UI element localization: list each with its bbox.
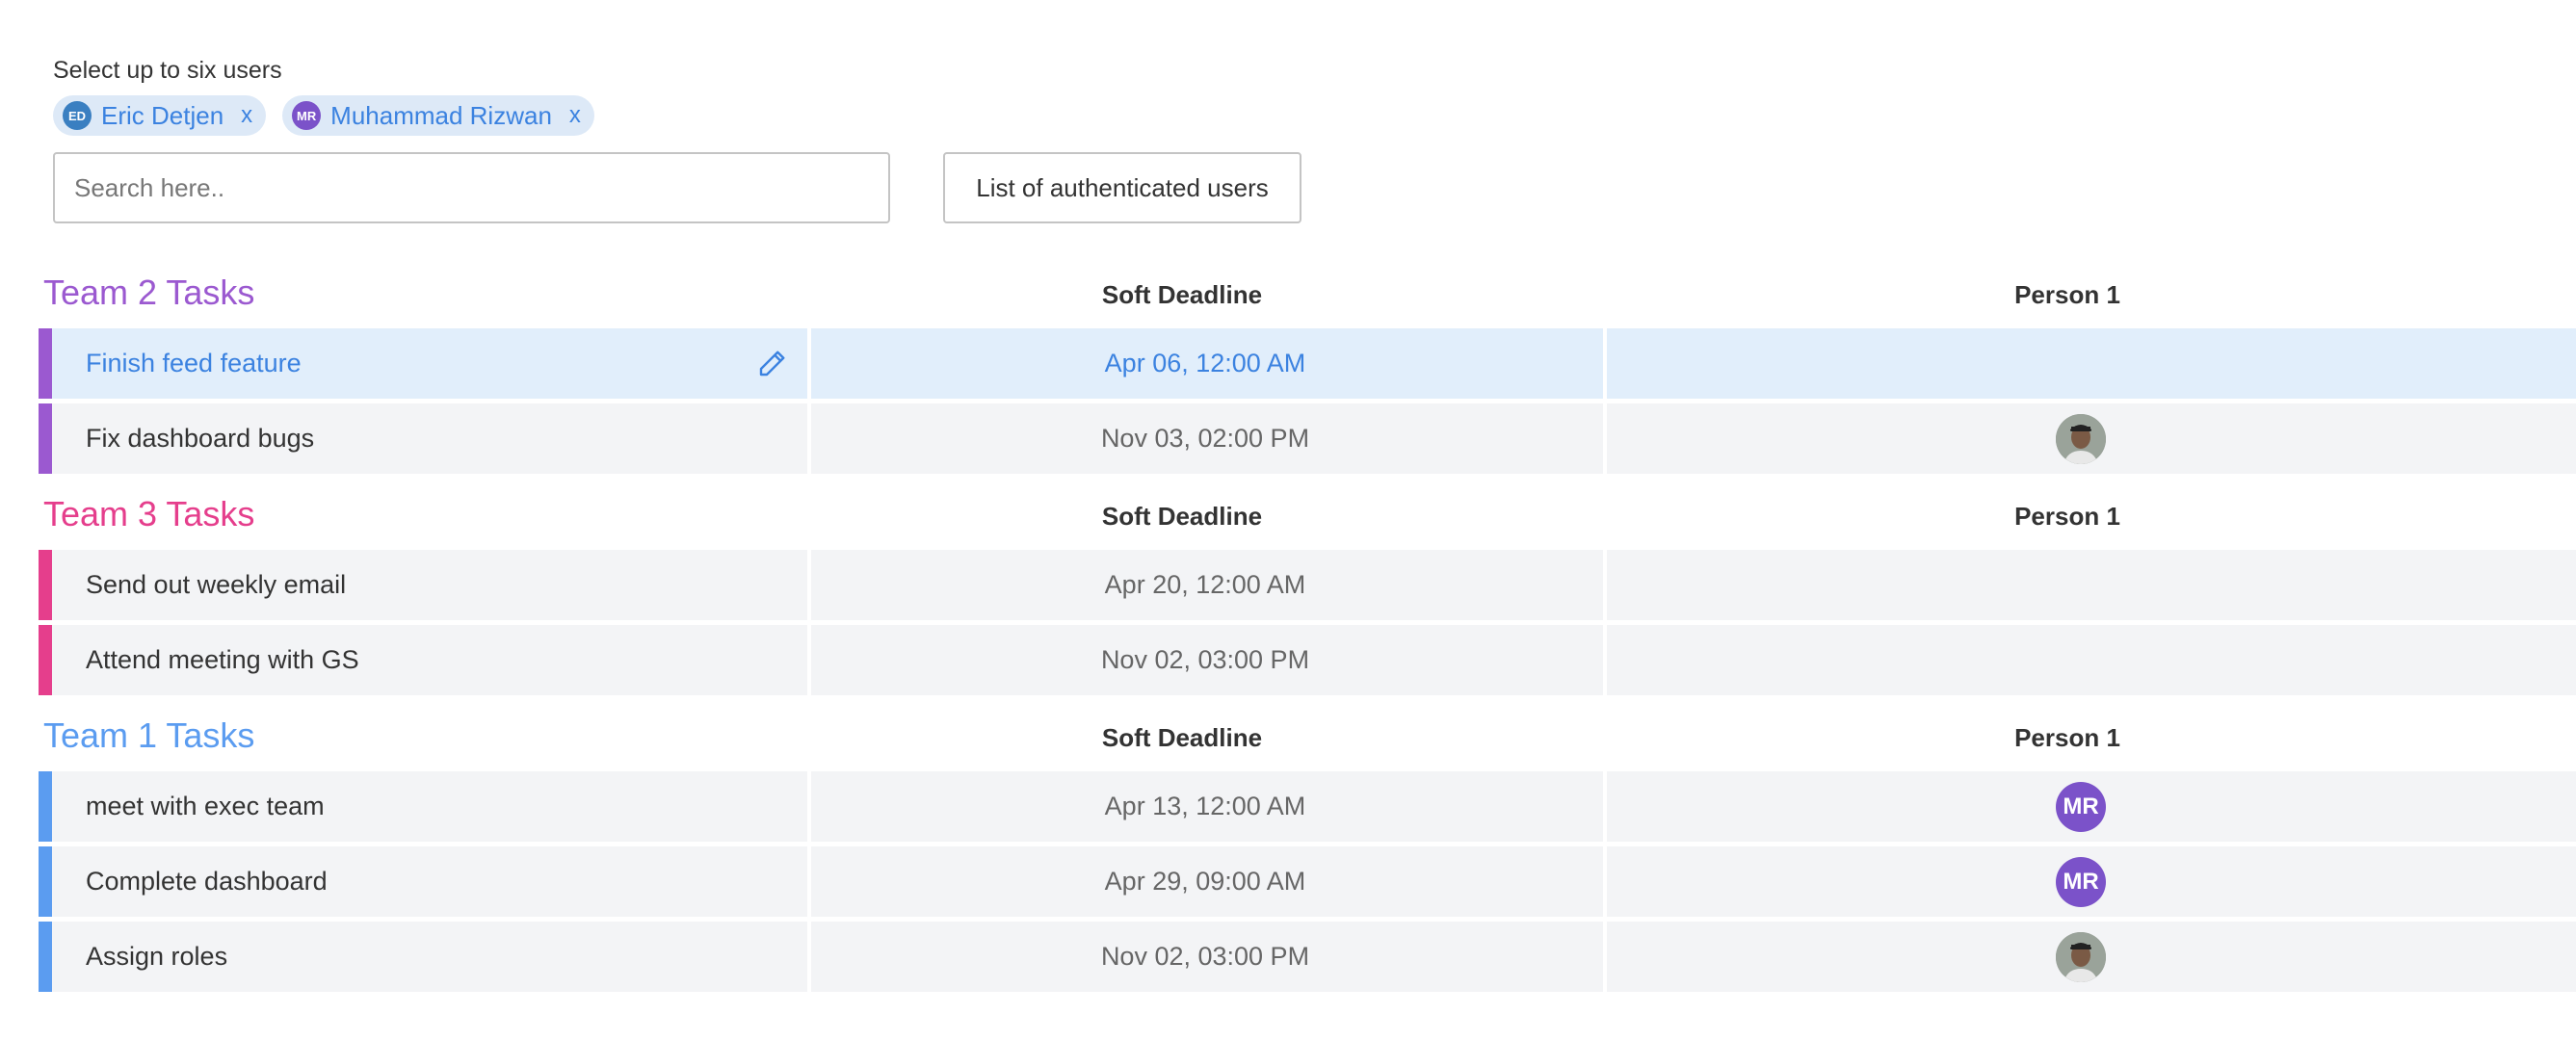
task-cell[interactable]: Complete dashboard xyxy=(52,846,807,917)
deadline-value: Nov 03, 02:00 PM xyxy=(1100,424,1310,453)
column-header-deadline: Soft Deadline xyxy=(1101,280,1263,309)
task-cell[interactable]: Fix dashboard bugs xyxy=(52,403,807,474)
user-chip[interactable]: MR Muhammad Rizwan x xyxy=(282,95,594,136)
task-cell[interactable]: Finish feed feature xyxy=(52,328,807,399)
group-color-bar xyxy=(39,846,52,917)
deadline-value: Nov 02, 03:00 PM xyxy=(1100,942,1310,971)
authenticated-users-button[interactable]: List of authenticated users xyxy=(943,152,1301,223)
task-cell[interactable]: Send out weekly email xyxy=(52,550,807,620)
table-row[interactable]: Assign roles Nov 02, 03:00 PM xyxy=(39,922,2576,992)
deadline-value: Apr 29, 09:00 AM xyxy=(1104,867,1306,896)
deadline-value: Apr 20, 12:00 AM xyxy=(1104,570,1306,599)
task-name: Send out weekly email xyxy=(86,570,347,599)
group-color-bar xyxy=(39,922,52,992)
group-color-bar xyxy=(39,403,52,474)
person-cell[interactable] xyxy=(1607,625,2576,695)
task-cell[interactable]: Assign roles xyxy=(52,922,807,992)
task-name: Assign roles xyxy=(86,942,228,971)
remove-chip-button[interactable]: x xyxy=(241,102,252,129)
pencil-icon[interactable] xyxy=(755,346,790,380)
person-cell[interactable]: MR xyxy=(1607,846,2576,917)
remove-chip-button[interactable]: x xyxy=(569,102,581,129)
column-header-person: Person 1 xyxy=(2014,723,2120,752)
task-cell[interactable]: Attend meeting with GS xyxy=(52,625,807,695)
chip-name: Muhammad Rizwan xyxy=(330,100,552,130)
group-title: Team 1 Tasks xyxy=(43,715,255,755)
person-cell[interactable] xyxy=(1607,922,2576,992)
user-photo-icon xyxy=(2056,932,2106,982)
task-name: meet with exec team xyxy=(86,792,325,820)
deadline-cell[interactable]: Apr 20, 12:00 AM xyxy=(811,550,1603,620)
group-title: Team 2 Tasks xyxy=(43,273,255,312)
column-header-deadline: Soft Deadline xyxy=(1101,723,1263,752)
deadline-cell[interactable]: Nov 03, 02:00 PM xyxy=(811,403,1603,474)
deadline-value: Nov 02, 03:00 PM xyxy=(1100,645,1310,674)
column-header-person: Person 1 xyxy=(2014,280,2120,309)
chip-name: Eric Detjen xyxy=(101,100,224,130)
deadline-value: Apr 06, 12:00 AM xyxy=(1104,349,1306,377)
table-row[interactable]: Finish feed feature Apr 06, 12:00 AM xyxy=(39,328,2576,399)
deadline-cell[interactable]: Nov 02, 03:00 PM xyxy=(811,625,1603,695)
person-cell[interactable] xyxy=(1607,550,2576,620)
user-chip[interactable]: ED Eric Detjen x xyxy=(53,95,267,136)
avatar[interactable]: MR xyxy=(2056,782,2106,832)
deadline-cell[interactable]: Apr 13, 12:00 AM xyxy=(811,771,1603,842)
person-cell[interactable]: MR xyxy=(1607,771,2576,842)
deadline-cell[interactable]: Apr 29, 09:00 AM xyxy=(811,846,1603,917)
group-color-bar xyxy=(39,328,52,399)
avatar[interactable]: MR xyxy=(2056,857,2106,907)
task-cell[interactable]: meet with exec team xyxy=(52,771,807,842)
task-name: Attend meeting with GS xyxy=(86,645,359,674)
deadline-cell[interactable]: Apr 06, 12:00 AM xyxy=(811,328,1603,399)
task-name: Complete dashboard xyxy=(86,867,328,896)
deadline-value: Apr 13, 12:00 AM xyxy=(1104,792,1306,820)
column-header-person: Person 1 xyxy=(2014,502,2120,531)
group-color-bar xyxy=(39,771,52,842)
table-row[interactable]: Send out weekly email Apr 20, 12:00 AM xyxy=(39,550,2576,620)
search-input[interactable] xyxy=(53,152,890,223)
group-color-bar xyxy=(39,550,52,620)
column-header-deadline: Soft Deadline xyxy=(1101,502,1263,531)
group-title: Team 3 Tasks xyxy=(43,494,255,533)
person-cell[interactable] xyxy=(1607,328,2576,399)
person-cell[interactable] xyxy=(1607,403,2576,474)
group-color-bar xyxy=(39,625,52,695)
task-name: Finish feed feature xyxy=(86,349,302,377)
table-row[interactable]: Fix dashboard bugs Nov 03, 02:00 PM xyxy=(39,403,2576,474)
table-row[interactable]: Attend meeting with GS Nov 02, 03:00 PM xyxy=(39,625,2576,695)
avatar[interactable] xyxy=(2056,932,2106,982)
user-photo-icon xyxy=(2056,414,2106,464)
table-row[interactable]: meet with exec team Apr 13, 12:00 AM MR xyxy=(39,771,2576,842)
avatar: MR xyxy=(292,101,322,130)
picker-label: Select up to six users xyxy=(53,57,282,84)
selected-users: ED Eric Detjen x MR Muhammad Rizwan x xyxy=(53,95,594,136)
task-name: Fix dashboard bugs xyxy=(86,424,315,453)
deadline-cell[interactable]: Nov 02, 03:00 PM xyxy=(811,922,1603,992)
avatar: ED xyxy=(63,101,92,130)
table-row[interactable]: Complete dashboard Apr 29, 09:00 AM MR xyxy=(39,846,2576,917)
avatar[interactable] xyxy=(2056,414,2106,464)
